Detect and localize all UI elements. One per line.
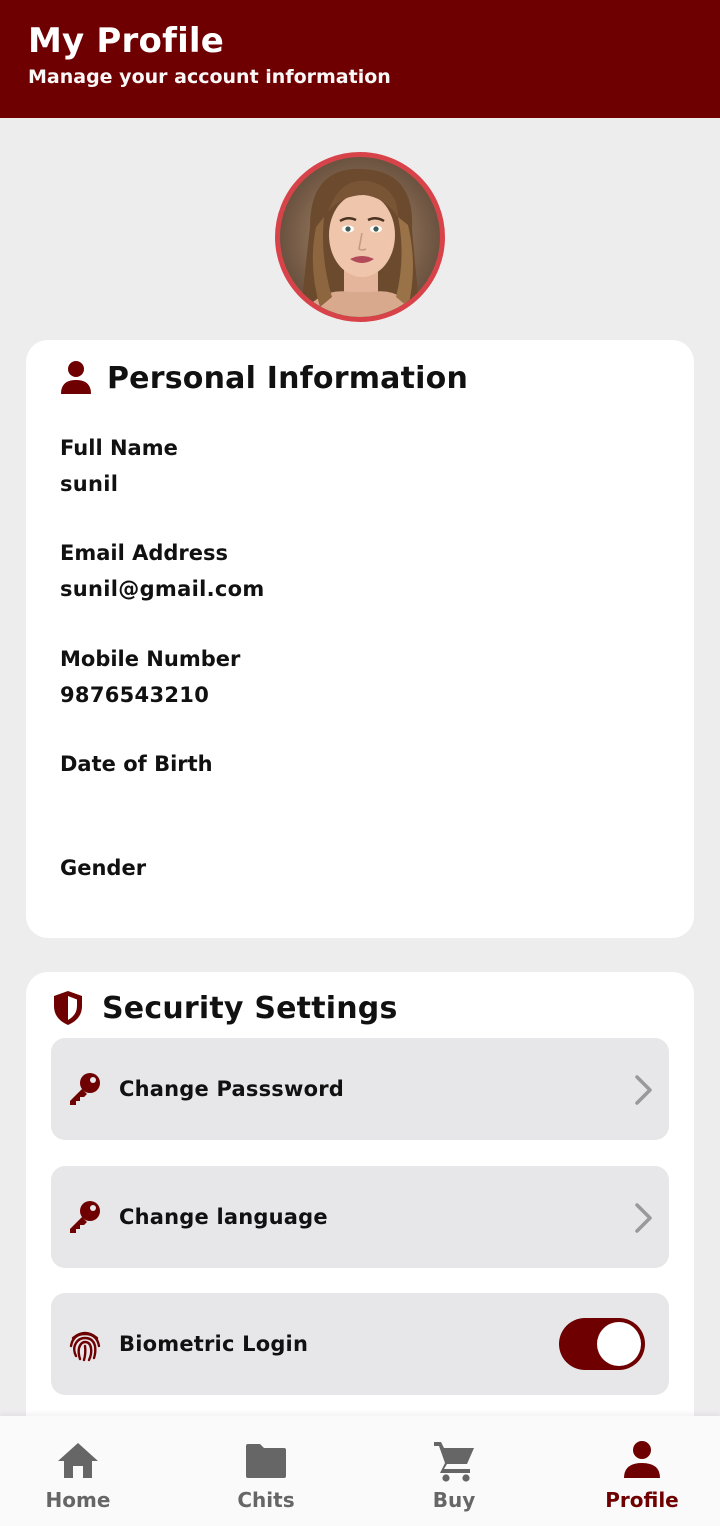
page-subtitle: Manage your account information (28, 66, 391, 88)
nav-profile-label: Profile (605, 1488, 679, 1512)
folder-icon (246, 1444, 286, 1478)
field-label: Mobile Number (60, 647, 241, 671)
change-language-label: Change language (119, 1205, 328, 1229)
nav-home[interactable]: Home (13, 1416, 143, 1526)
field-label: Full Name (60, 436, 178, 460)
nav-profile[interactable]: Profile (577, 1416, 707, 1526)
home-icon (58, 1443, 98, 1478)
mobile-field: Mobile Number 9876543210 (60, 647, 240, 707)
bottom-navigation: Home Chits Buy Profile (0, 1416, 720, 1526)
full-name-field: Full Name sunil (60, 436, 178, 496)
nav-home-label: Home (45, 1488, 111, 1512)
email-field: Email Address sunil@gmail.com (60, 541, 265, 601)
dob-field: Date of Birth (60, 752, 213, 788)
field-label: Email Address (60, 541, 229, 565)
cart-icon (434, 1442, 474, 1482)
avatar[interactable] (275, 152, 445, 322)
change-password-label: Change Passsword (119, 1077, 344, 1101)
chevron-right-icon (635, 1075, 652, 1105)
personal-info-title: Personal Information (107, 360, 468, 396)
personal-info-card: Personal Information Full Name sunil Ema… (26, 340, 694, 938)
security-settings-title: Security Settings (102, 990, 398, 1026)
field-value: sunil (60, 472, 119, 496)
field-label: Date of Birth (60, 752, 213, 776)
change-language-row[interactable]: Change language (51, 1166, 669, 1268)
field-value: sunil@gmail.com (60, 577, 265, 601)
field-label: Gender (60, 856, 147, 880)
chevron-right-icon (635, 1203, 652, 1233)
biometric-toggle[interactable] (559, 1318, 645, 1370)
nav-chits-label: Chits (237, 1488, 295, 1512)
change-password-row[interactable]: Change Passsword (51, 1038, 669, 1140)
person-icon (624, 1441, 660, 1478)
biometric-login-label: Biometric Login (119, 1332, 309, 1356)
security-settings-card: Security Settings Change Passsword Chang… (26, 972, 694, 1442)
page-title: My Profile (28, 21, 225, 61)
gender-field: Gender (60, 856, 146, 892)
fingerprint-icon (69, 1331, 101, 1362)
key-icon (70, 1201, 100, 1233)
person-icon (61, 361, 91, 394)
shield-icon (54, 991, 82, 1025)
app-header: My Profile Manage your account informati… (0, 0, 720, 118)
security-settings-header: Security Settings (52, 990, 398, 1026)
nav-buy[interactable]: Buy (389, 1416, 519, 1526)
biometric-login-row: Biometric Login (51, 1293, 669, 1395)
field-value: 9876543210 (60, 683, 210, 707)
avatar-image (280, 157, 440, 317)
key-icon (70, 1073, 100, 1105)
nav-chits[interactable]: Chits (201, 1416, 331, 1526)
personal-info-header: Personal Information (60, 360, 468, 396)
nav-buy-label: Buy (432, 1488, 476, 1512)
toggle-knob (597, 1322, 641, 1366)
